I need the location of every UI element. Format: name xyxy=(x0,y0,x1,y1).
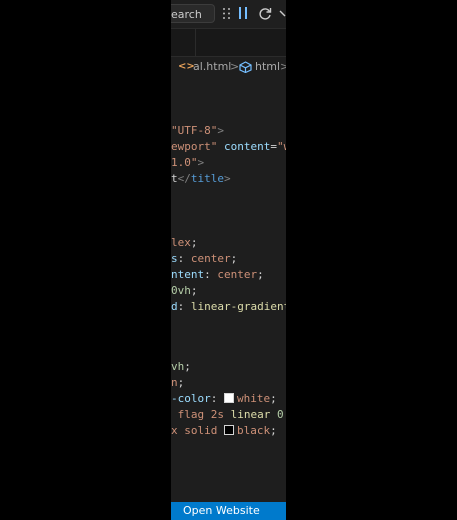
code-token: black xyxy=(236,424,271,437)
code-token: > xyxy=(217,124,224,137)
restart-icon[interactable] xyxy=(258,6,272,20)
code-token: t xyxy=(171,172,178,185)
code-token: ntent xyxy=(171,268,205,281)
code-token: d xyxy=(171,300,178,313)
code-token: </ xyxy=(177,172,191,185)
code-line: "UTF-8"> xyxy=(171,123,286,139)
code-token: linear-gradient xyxy=(190,300,286,313)
open-website-button[interactable]: Open Website xyxy=(183,502,260,520)
code-token: > xyxy=(224,172,231,185)
code-token: title xyxy=(190,172,224,185)
code-line: t</title> xyxy=(171,171,286,187)
code-token: 1.0" xyxy=(171,156,198,169)
code-token: 0vh xyxy=(171,284,191,297)
code-token: "UTF-8" xyxy=(171,124,218,137)
code-line: 1.0"> xyxy=(171,155,286,171)
code-token: white xyxy=(237,392,271,405)
color-swatch[interactable] xyxy=(224,393,234,403)
code-token: n xyxy=(171,376,178,389)
tab-divider xyxy=(195,29,196,56)
code-token: ; xyxy=(270,392,277,405)
code-token: ; xyxy=(230,252,238,265)
code-token: s xyxy=(171,252,178,265)
code-token: x solid xyxy=(171,424,224,437)
code-line: s: center; xyxy=(171,251,286,267)
code-line: n; xyxy=(171,375,286,391)
more-icon[interactable] xyxy=(279,9,286,19)
grip-icon[interactable] xyxy=(222,7,231,20)
code-token: -color xyxy=(171,392,211,405)
code-token: content xyxy=(217,140,271,153)
code-token: lex xyxy=(171,236,191,249)
code-token: ; xyxy=(190,284,198,297)
code-line: ewport" content="w xyxy=(171,139,286,155)
code-line: lex; xyxy=(171,235,286,251)
code-line: x solid black; xyxy=(171,423,286,439)
breadcrumb-separator: > xyxy=(230,60,240,73)
code-token: center xyxy=(217,268,258,281)
code-token: 0. xyxy=(276,408,286,421)
code-token: = xyxy=(270,140,277,153)
code-line: flag 2s linear 0. xyxy=(171,407,286,423)
code-line: d: linear-gradient xyxy=(171,299,286,315)
code-line: 0vh; xyxy=(171,283,286,299)
color-swatch[interactable] xyxy=(223,425,234,435)
code-token: : xyxy=(210,392,224,405)
code-line: ntent: center; xyxy=(171,267,286,283)
search-text: earch xyxy=(171,8,202,21)
code-line: vh; xyxy=(171,359,286,375)
breadcrumb-element[interactable]: html xyxy=(255,58,280,76)
element-icon xyxy=(239,61,252,73)
pause-icon[interactable] xyxy=(238,6,248,20)
code-token: ewport" xyxy=(171,140,218,153)
tab-bar xyxy=(171,29,286,57)
code-token: : xyxy=(177,252,191,265)
code-token: flag 2s xyxy=(171,408,231,421)
code-token: ; xyxy=(270,424,277,437)
code-token: linear xyxy=(230,408,271,421)
code-token: : xyxy=(177,300,191,313)
code-token: ; xyxy=(190,236,198,249)
status-bar: Open Website xyxy=(171,502,286,520)
code-token: center xyxy=(190,252,231,265)
code-token: : xyxy=(204,268,218,281)
code-token: "w xyxy=(276,140,286,153)
title-bar: earch xyxy=(171,0,286,29)
code-line: -color: white; xyxy=(171,391,286,407)
command-center-search[interactable]: earch xyxy=(171,4,215,23)
code-token: ; xyxy=(177,376,185,389)
code-token: > xyxy=(197,156,205,169)
code-token: ; xyxy=(257,268,264,281)
code-token: vh xyxy=(171,360,185,373)
breadcrumb-file[interactable]: al.html xyxy=(193,58,231,76)
code-token: ; xyxy=(184,360,191,373)
vscode-editor-strip: earch <> al.html > html > "UTF-8"> ewpor… xyxy=(171,0,286,520)
breadcrumb-separator-2: > xyxy=(280,60,286,73)
breadcrumb: <> al.html > html > xyxy=(171,58,286,76)
